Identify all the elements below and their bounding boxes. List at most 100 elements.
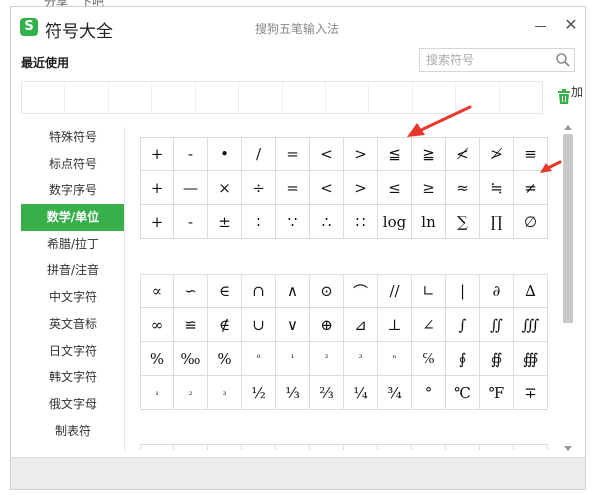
recent-symbol-slot[interactable] [500,82,542,113]
symbol-cell[interactable]: ∬ [480,308,514,342]
symbol-cell[interactable]: ² [310,342,344,376]
symbol-cell[interactable]: ∏ [480,205,514,239]
search-input[interactable] [420,49,560,71]
symbol-cell[interactable]: = [276,171,310,205]
sidebar-item-7[interactable]: 英文音标 [21,311,125,338]
symbol-cell[interactable]: ≠ [514,171,548,205]
symbol-cell[interactable]: ln [412,205,446,239]
symbol-cell[interactable]: ≮ [446,137,480,171]
symbol-cell[interactable]: ∉ [208,308,242,342]
recent-symbol-slot[interactable] [283,82,326,113]
sidebar-item-11[interactable]: 制表符 [21,418,125,445]
symbol-cell[interactable]: ∰ [514,342,548,376]
symbol-cell[interactable]: ∫ [446,308,480,342]
symbol-cell[interactable]: ∯ [480,342,514,376]
symbol-cell[interactable]: ∴ [310,205,344,239]
symbol-cell[interactable]: ₁ [174,444,208,450]
symbol-cell[interactable]: ∆ [514,274,548,308]
recent-symbol-slot[interactable] [152,82,196,113]
symbol-cell[interactable]: ∈ [208,274,242,308]
symbol-cell[interactable]: ≯ [480,137,514,171]
symbol-cell[interactable]: ∝ [140,274,174,308]
recent-symbol-slot[interactable] [196,82,240,113]
symbol-cell[interactable]: ⌒ [344,274,378,308]
symbol-cell[interactable]: = [276,137,310,171]
symbol-cell[interactable]: — [174,171,208,205]
sidebar-item-10[interactable]: 俄文字母 [21,391,125,418]
recent-symbol-slot[interactable] [326,82,370,113]
symbol-cell[interactable]: ∶ [242,205,276,239]
symbol-cell[interactable]: ∪ [242,308,276,342]
symbol-cell[interactable]: ∅ [514,205,548,239]
symbol-cell[interactable]: ∟ [412,274,446,308]
symbol-cell[interactable] [242,444,276,450]
symbol-cell[interactable]: ₁ [140,376,174,410]
symbol-cell[interactable]: + [140,205,174,239]
symbol-cell[interactable]: ∞ [140,308,174,342]
symbol-cell[interactable]: ≒ [480,171,514,205]
symbol-cell[interactable]: ⅓ [276,376,310,410]
search-icon[interactable] [555,52,571,68]
symbol-cell[interactable]: ≧ [412,137,446,171]
symbol-cell[interactable]: ≌ [174,308,208,342]
symbol-cell[interactable]: - [174,205,208,239]
symbol-cell[interactable] [514,444,548,450]
symbol-cell[interactable]: ¼ [344,376,378,410]
symbol-cell[interactable]: + [140,137,174,171]
recent-symbol-slot[interactable] [239,82,283,113]
symbol-cell[interactable] [412,444,446,450]
symbol-cell[interactable]: ∂ [480,274,514,308]
sidebar-item-1[interactable]: 标点符号 [21,151,125,178]
symbol-cell[interactable]: ¾ [378,376,412,410]
sidebar-item-4[interactable]: 希腊/拉丁 [21,231,125,258]
symbol-cell[interactable]: ∧ [276,274,310,308]
symbol-cell[interactable]: ∨ [276,308,310,342]
symbol-cell[interactable]: ‰ [174,342,208,376]
symbol-cell[interactable]: ∑ [446,205,480,239]
recent-symbol-slot[interactable] [22,82,66,113]
symbol-cell[interactable]: log [378,205,412,239]
symbol-cell[interactable]: < [310,137,344,171]
symbol-cell[interactable] [378,444,412,450]
symbol-cell[interactable] [344,444,378,450]
symbol-cell[interactable]: ℅ [412,342,446,376]
symbol-cell[interactable]: ₂ [174,376,208,410]
symbol-cell[interactable]: / [242,137,276,171]
symbol-cell[interactable] [276,444,310,450]
symbol-cell[interactable]: ≥ [412,171,446,205]
symbol-cell[interactable]: ∓ [514,376,548,410]
recent-symbol-slot[interactable] [109,82,153,113]
symbol-cell[interactable]: + [140,171,174,205]
symbol-cell[interactable]: ∩ [242,274,276,308]
symbol-cell[interactable] [140,444,174,450]
symbol-cell[interactable]: % [140,342,174,376]
scroll-down-arrow-icon[interactable] [564,446,572,451]
symbol-cell[interactable]: ∵ [276,205,310,239]
sidebar-item-2[interactable]: 数字序号 [21,177,125,204]
symbol-cell[interactable]: % [208,342,242,376]
symbol-cell[interactable]: ⊙ [310,274,344,308]
sidebar-item-3[interactable]: 数学/单位 [21,204,125,231]
symbol-cell[interactable]: ⁰ [242,342,276,376]
symbol-cell[interactable]: > [344,137,378,171]
symbol-cell[interactable]: ° [412,376,446,410]
symbol-cell[interactable]: ∭ [514,308,548,342]
sidebar-item-0[interactable]: 特殊符号 [21,124,125,151]
symbol-cell[interactable]: ℃ [446,376,480,410]
symbol-cell[interactable]: ± [208,205,242,239]
symbol-cell[interactable]: ÷ [242,171,276,205]
symbol-cell[interactable]: // [378,274,412,308]
sidebar-item-9[interactable]: 韩文字符 [21,364,125,391]
symbol-cell[interactable]: ⅔ [310,376,344,410]
symbol-cell[interactable]: ∷ [344,205,378,239]
symbol-cell[interactable]: > [344,171,378,205]
symbol-cell[interactable]: ≈ [446,171,480,205]
symbol-cell[interactable]: ⊿ [344,308,378,342]
sidebar-item-8[interactable]: 日文字符 [21,338,125,365]
symbol-cell[interactable]: ∠ [412,308,446,342]
recent-symbol-slot[interactable] [65,82,109,113]
scrollbar[interactable] [563,125,573,452]
symbol-cell[interactable]: ₃ [208,376,242,410]
symbol-cell[interactable]: ℉ [480,376,514,410]
symbol-cell[interactable]: < [310,171,344,205]
